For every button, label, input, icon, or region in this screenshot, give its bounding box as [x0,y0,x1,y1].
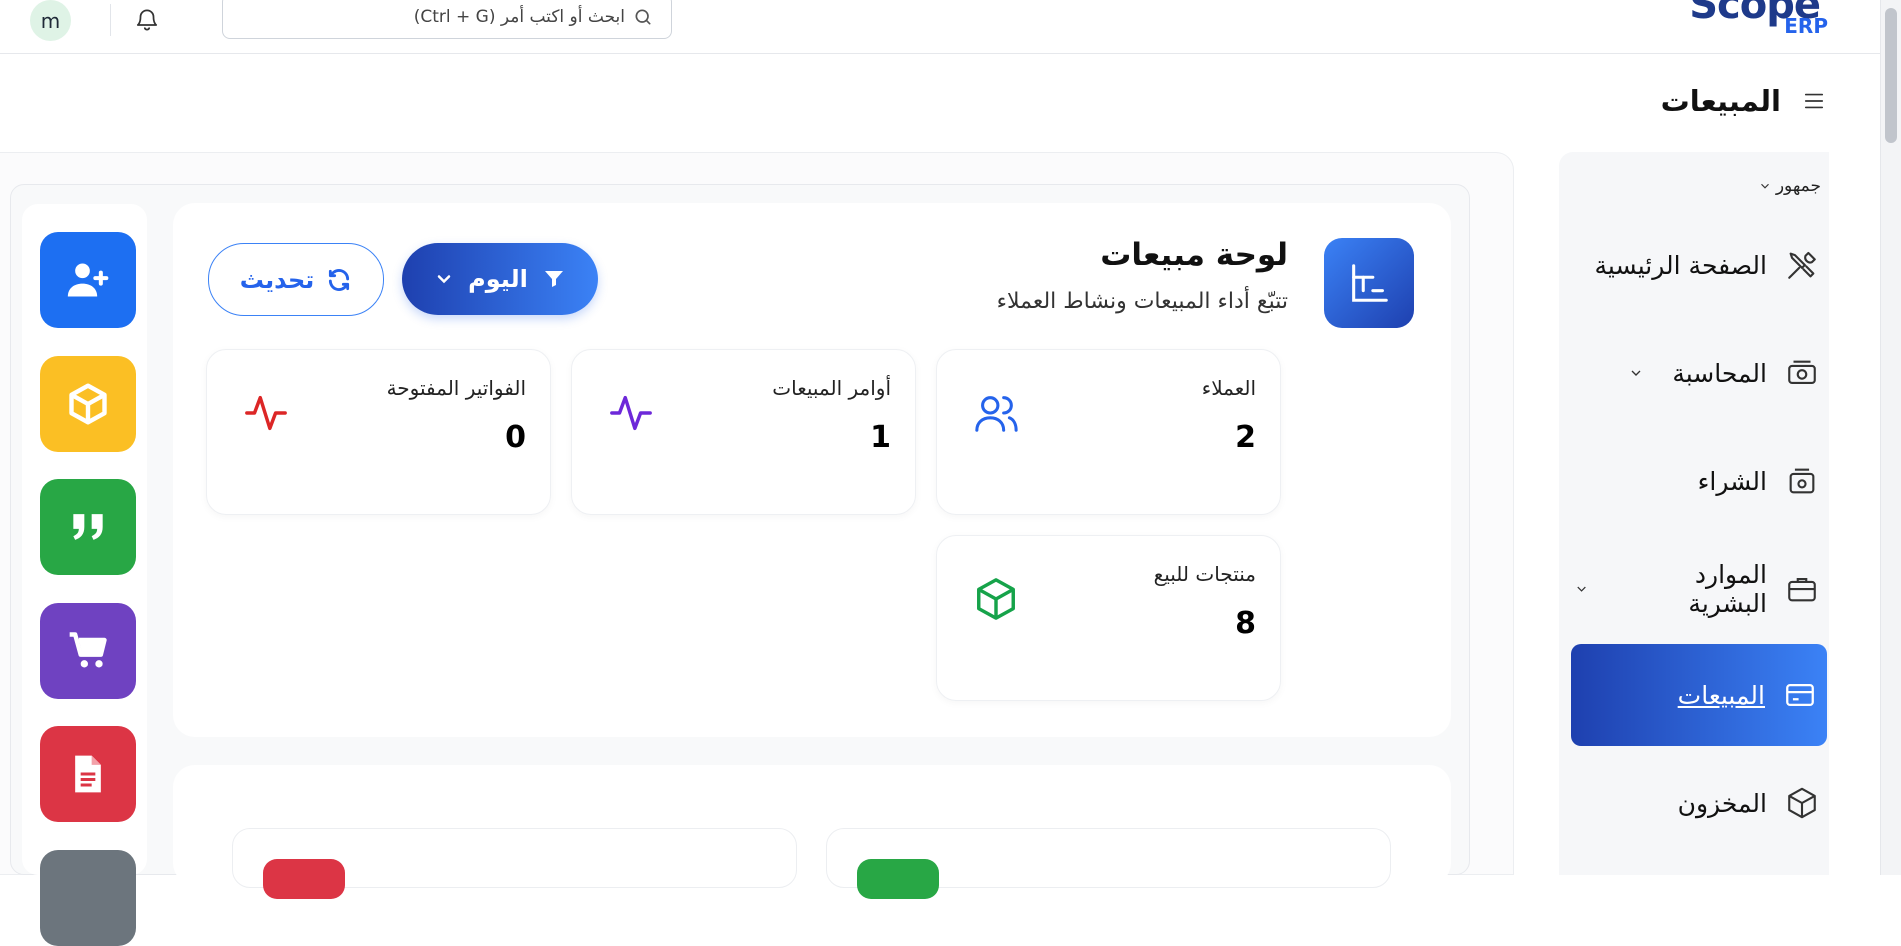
add-customer-button[interactable] [40,232,136,328]
stat-value: 1 [870,420,891,455]
add-item-button[interactable] [40,356,136,452]
stat-label: الفواتير المفتوحة [386,376,526,400]
sidebar-item-inventory[interactable]: المخزون [1574,752,1829,854]
stat-label: العملاء [1201,376,1256,400]
briefcase-icon [1788,578,1816,602]
activity-icon [245,395,287,431]
stat-label: منتجات للبيع [1153,562,1256,586]
chevron-down-icon [1577,586,1586,592]
sidebar: جمهور الصفحة الرئيسية المحاسبة الشراء ال… [1559,152,1829,875]
activity-icon [610,395,652,431]
branch-selector[interactable]: جمهور [1758,176,1821,196]
tools-icon [1788,251,1816,279]
panel-card [232,828,797,899]
panel-card [826,828,1391,899]
chevron-down-icon [1631,370,1641,376]
sidebar-item-home[interactable]: الصفحة الرئيسية [1574,214,1829,316]
stat-card-sales-orders[interactable]: أوامر المبيعات 1 [571,349,916,515]
sidebar-item-label: المبيعات [1677,680,1765,710]
panel-badge [263,859,345,899]
sidebar-item-purchasing[interactable]: الشراء [1574,430,1829,532]
scrollbar-thumb[interactable] [1885,8,1897,143]
filter-icon [544,271,563,287]
cart-icon [69,632,107,668]
branch-label: جمهور [1775,176,1821,196]
credit-card-icon [1786,683,1814,707]
date-filter-label: اليوم [468,265,528,293]
refresh-icon [329,268,350,291]
users-icon [975,396,1018,432]
chart-icon [1324,238,1414,328]
refresh-button[interactable]: تحديث [208,243,384,316]
sidebar-item-hr[interactable]: الموارد البشرية [1574,538,1829,640]
stat-card-open-invoices[interactable]: الفواتير المفتوحة 0 [206,349,551,515]
date-filter-button[interactable]: اليوم [402,243,598,315]
search-icon [635,9,651,24]
dashboard-title: لوحة مبيعات [1100,237,1288,273]
add-quotation-button[interactable] [40,479,136,575]
stat-value: 0 [505,420,526,455]
cube-icon [69,383,107,425]
sidebar-item-label: المحاسبة [1672,358,1767,388]
sidebar-item-label: الشراء [1697,466,1767,496]
sidebar-item-accounting[interactable]: المحاسبة [1574,322,1829,424]
search-placeholder: ابحث أو اكتب أمر (Ctrl + G) [413,6,625,27]
menu-icon[interactable] [1803,90,1825,112]
sidebar-item-label: الموارد البشرية [1688,560,1767,618]
sidebar-item-label: المخزون [1677,788,1767,818]
avatar-letter: m [40,8,61,33]
stat-label: أوامر المبيعات [772,376,891,400]
user-plus-icon [67,263,109,297]
more-action-button[interactable] [40,850,136,946]
top-bar: m ابحث أو اكتب أمر (Ctrl + G) Scope ERP [0,0,1880,54]
bell-icon[interactable] [134,6,160,32]
avatar[interactable]: m [30,0,71,41]
panel-badge [857,859,939,899]
scrollbar[interactable] [1880,0,1901,875]
add-invoice-button[interactable] [40,726,136,822]
logo-sub: ERP [1784,14,1828,38]
box-icon [977,578,1015,620]
cash-icon [1788,360,1816,384]
sidebar-item-label: الصفحة الرئيسية [1594,250,1768,280]
stat-card-products[interactable]: منتجات للبيع 8 [936,535,1281,701]
refresh-label: تحديث [239,265,315,294]
page-header: المبيعات [1661,78,1825,124]
stat-card-customers[interactable]: العملاء 2 [936,349,1281,515]
quote-icon [73,514,103,540]
page-title: المبيعات [1660,84,1781,118]
stat-value: 2 [1235,420,1256,455]
add-sales-order-button[interactable] [40,603,136,699]
divider [110,4,111,36]
stat-value: 8 [1235,606,1256,641]
chevron-down-icon [437,275,451,284]
box-icon [1788,787,1816,819]
search-input[interactable]: ابحث أو اكتب أمر (Ctrl + G) [222,0,672,39]
sales-dashboard-card: لوحة مبيعات تتبّع أداء المبيعات ونشاط ال… [173,203,1451,737]
dashboard-subtitle: تتبّع أداء المبيعات ونشاط العملاء [996,289,1288,314]
wallet-icon [1789,468,1815,494]
chevron-down-icon [1760,183,1769,189]
sidebar-item-sales[interactable]: المبيعات [1571,644,1827,746]
app-logo[interactable]: Scope ERP [1689,0,1828,48]
document-icon [75,755,101,793]
